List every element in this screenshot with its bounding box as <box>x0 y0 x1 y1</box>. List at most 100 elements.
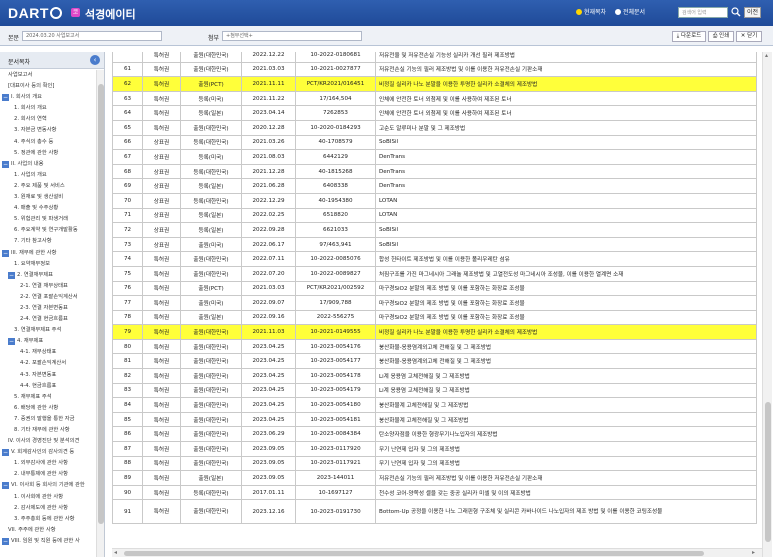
toc-item-label: IV. 이사의 경영진단 및 분석의견 <box>8 438 80 445</box>
toc-item[interactable]: 2-3. 연결 자본변동표 <box>0 303 96 314</box>
cell-type: 특허권 <box>142 368 181 384</box>
close-button[interactable]: ✕ 닫기 <box>736 31 762 42</box>
cell-no: 71 <box>112 207 143 224</box>
toc-item[interactable]: VII. 주주에 관한 사항 <box>0 525 96 536</box>
toc-item-label: VI. 이사회 등 회사의 기관에 관한 <box>11 482 85 489</box>
toc-expand-icon[interactable]: − <box>2 160 9 168</box>
toc-item[interactable]: 1. 회사의 개요 <box>0 103 96 114</box>
toc-expand-icon[interactable]: − <box>8 271 15 279</box>
toc-item[interactable]: 2-2. 연결 포괄손익계산서 <box>0 292 96 303</box>
main-horizontal-scrollbar[interactable]: ◂ ▸ <box>112 548 762 557</box>
toc-item[interactable]: [대표이사 등의 확인] <box>0 81 96 92</box>
toc-item[interactable]: 사업보고서 <box>0 70 96 81</box>
toc-item[interactable]: 4. 주식의 총수 등 <box>0 137 96 148</box>
toc-item[interactable]: 7. 기타 참고사항 <box>0 236 96 247</box>
toc-item[interactable]: 2. 내부통제에 관한 사항 <box>0 469 96 480</box>
toc-item[interactable]: 3. 연결재무제표 주석 <box>0 325 96 336</box>
download-button[interactable]: ⤓ 다운로드 <box>672 31 706 42</box>
cell-status: 출원(대한민국) <box>180 52 242 63</box>
cell-date: 2023.04.25 <box>241 368 296 384</box>
prev-page-button[interactable]: 이전 <box>744 7 761 18</box>
table-row: 76 특허권 출원(PCT) 2021.03.03 PCT/KR2021/002592 마… <box>112 280 757 297</box>
radio-current-toc[interactable] <box>576 9 582 15</box>
toc-item[interactable]: − VIII. 임원 및 직원 등에 관한 사 <box>0 536 96 547</box>
table-row: 66 상표권 등록(대한민국) 2021.03.26 40-1708579 SoBISil <box>112 134 757 151</box>
search-input[interactable]: 검색어 입력 <box>678 7 728 18</box>
toc-expand-icon[interactable]: − <box>2 94 9 102</box>
toc-item[interactable]: 8. 기타 재무에 관한 사항 <box>0 425 96 436</box>
cell-no: 80 <box>112 338 143 355</box>
toc-item[interactable]: − I. 회사의 개요 <box>0 92 96 103</box>
toc-item[interactable]: 4-4. 현금흐름표 <box>0 381 96 392</box>
cell-number: 10-2023-0054181 <box>295 411 376 428</box>
cell-number: 10-2020-0184293 <box>295 119 376 136</box>
cell-no: 85 <box>112 411 143 428</box>
toc-item[interactable]: 2-4. 연결 현금흐름표 <box>0 314 96 325</box>
toc-item[interactable]: 1. 이사회에 관한 사항 <box>0 492 96 503</box>
toc-item[interactable]: 6. 배당에 관한 사항 <box>0 403 96 414</box>
toc-item[interactable]: 4-1. 재무상태표 <box>0 347 96 358</box>
toc-item[interactable]: 4-2. 포괄손익계산서 <box>0 358 96 369</box>
toc-item[interactable]: 3. 원재료 및 생산설비 <box>0 192 96 203</box>
main-vertical-thumb[interactable] <box>765 402 771 542</box>
toc-item[interactable]: 2. 주요 제품 및 서비스 <box>0 181 96 192</box>
toc-item[interactable]: − III. 재무에 관한 사항 <box>0 248 96 259</box>
toc-item[interactable]: 5. 재무제표 주석 <box>0 392 96 403</box>
toc-expand-icon[interactable]: − <box>2 537 9 545</box>
toc-tree: 사업보고서 [대표이사 등의 확인] − I. 회사의 개요 1. 회사의 개요 2. 회… <box>0 70 96 547</box>
toc-item[interactable]: −2. 연결재무제표 <box>0 270 96 281</box>
toc-item[interactable]: 4. 매출 및 수주상황 <box>0 203 96 214</box>
scroll-right-icon[interactable]: ▸ <box>752 549 755 556</box>
toc-item[interactable]: − V. 회계감사인의 감사의견 등 <box>0 447 96 458</box>
cell-date: 2021.03.03 <box>241 280 296 297</box>
dart-logo[interactable]: DART <box>8 5 62 21</box>
sidebar-scroll-thumb[interactable] <box>98 84 104 524</box>
toc-item[interactable]: 1. 사업의 개요 <box>0 170 96 181</box>
cell-date: 2023.12.16 <box>241 499 296 525</box>
search-icon[interactable] <box>730 7 741 18</box>
cell-status: 등록(일본) <box>180 207 242 224</box>
toc-item[interactable]: 5. 위험관리 및 파생거래 <box>0 214 96 225</box>
cell-status: 출원(대한민국) <box>180 426 242 443</box>
toc-item[interactable]: 1. 요약재무정보 <box>0 259 96 270</box>
scroll-left-icon[interactable]: ◂ <box>114 549 117 556</box>
attach-select[interactable]: +첨부선택+ <box>222 31 362 41</box>
main-vertical-scrollbar[interactable]: ▴ <box>762 52 772 557</box>
toc-item-label: 2. 주요 제품 및 서비스 <box>14 182 65 189</box>
toc-item[interactable]: 2. 회사의 연혁 <box>0 114 96 125</box>
toc-expand-icon[interactable]: − <box>8 338 15 346</box>
toc-item[interactable]: −4. 재무제표 <box>0 336 96 347</box>
cell-type: 특허권 <box>142 105 181 121</box>
toc-expand-icon[interactable]: − <box>2 249 9 257</box>
toc-item-label: 3. 연결재무제표 주석 <box>14 327 62 334</box>
toc-item[interactable]: 5. 정관에 관한 사항 <box>0 148 96 159</box>
table-row: 64 특허권 등록(일본) 2023.04.14 7262853 인체에 안전한 토너 외… <box>112 105 757 121</box>
toc-item[interactable]: 3. 주주총회 등에 관한 사항 <box>0 514 96 525</box>
toc-expand-icon[interactable]: − <box>2 449 9 457</box>
cell-number: 10-2022-0180681 <box>295 52 376 63</box>
toc-item[interactable]: − II. 사업의 내용 <box>0 159 96 170</box>
table-row: 80 특허권 출원(대한민국) 2023.04.25 10-2023-0054176 붕산… <box>112 338 757 355</box>
cell-date: 2017.01.11 <box>241 484 296 501</box>
toc-item[interactable]: 7. 증권의 발행을 통한 자금 <box>0 414 96 425</box>
cell-title: 인체에 안전한 토너 외첨제 및 이를 사용하여 제조된 토너 <box>375 105 757 121</box>
scroll-up-icon[interactable]: ▴ <box>765 52 768 59</box>
toc-item[interactable]: 1. 외부감사에 관한 사항 <box>0 458 96 469</box>
toc-item[interactable]: − VI. 이사회 등 회사의 기관에 관한 <box>0 480 96 491</box>
toc-item[interactable]: 3. 자본금 변동사항 <box>0 125 96 136</box>
toc-item[interactable]: 6. 주요계약 및 연구개발활동 <box>0 225 96 236</box>
print-button[interactable]: ⎙ 인쇄 <box>708 31 734 42</box>
toc-item[interactable]: 4-3. 자본변동표 <box>0 370 96 381</box>
radio-all-docs[interactable] <box>615 9 621 15</box>
main-horizontal-thumb[interactable] <box>124 551 704 556</box>
cell-type: 특허권 <box>142 484 181 501</box>
report-select[interactable]: 2024.03.20 사업보고서 <box>22 31 162 41</box>
cell-title: Li계 응용염 고체전해질 및 그 제조방법 <box>375 368 757 384</box>
sidebar-scrollbar[interactable] <box>96 70 104 557</box>
toc-expand-icon[interactable]: − <box>2 482 9 490</box>
toc-item[interactable]: 2. 감사제도에 관한 사항 <box>0 503 96 514</box>
collapse-sidebar-icon[interactable]: ‹ <box>90 55 100 65</box>
toc-item[interactable]: 2-1. 연결 재무상태표 <box>0 281 96 292</box>
table-row: 74 특허권 출원(대한민국) 2022.07.11 10-2022-0085076 합성… <box>112 251 757 267</box>
toc-item[interactable]: IV. 이사의 경영진단 및 분석의견 <box>0 436 96 447</box>
